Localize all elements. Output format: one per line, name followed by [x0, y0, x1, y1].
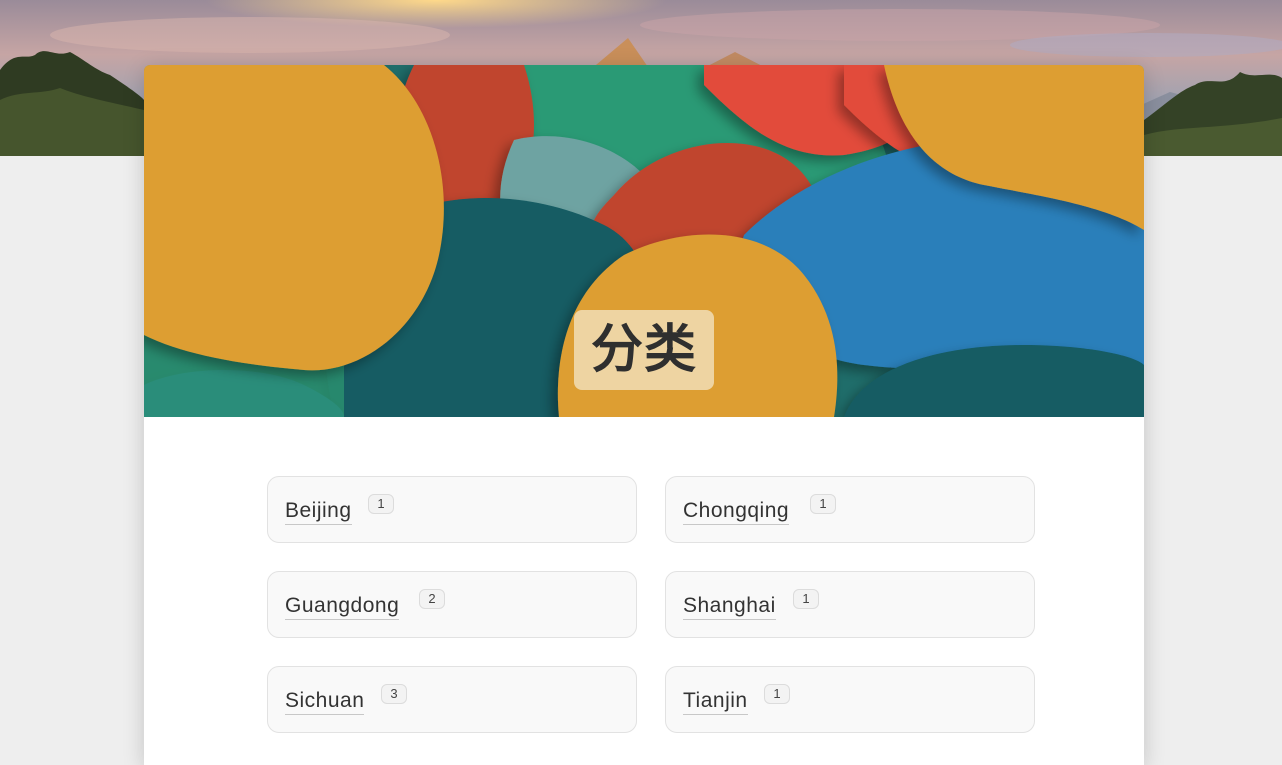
category-name[interactable]: Tianjin — [683, 689, 748, 715]
category-item-sichuan[interactable]: Sichuan 3 — [267, 666, 637, 733]
category-item-tianjin[interactable]: Tianjin 1 — [665, 666, 1035, 733]
category-count-badge: 1 — [810, 494, 836, 514]
content-card: 分类 Beijing 1 Chongqing 1 Guangdong 2 Sha… — [144, 65, 1144, 765]
category-count-badge: 1 — [368, 494, 394, 514]
category-item-chongqing[interactable]: Chongqing 1 — [665, 476, 1035, 543]
category-name[interactable]: Chongqing — [683, 499, 790, 525]
category-name[interactable]: Shanghai — [683, 594, 776, 620]
category-name[interactable]: Beijing — [285, 499, 352, 525]
category-count-badge: 3 — [381, 684, 407, 704]
category-count-badge: 1 — [764, 684, 790, 704]
category-item-guangdong[interactable]: Guangdong 2 — [267, 571, 637, 638]
category-item-shanghai[interactable]: Shanghai 1 — [665, 571, 1035, 638]
category-item-beijing[interactable]: Beijing 1 — [267, 476, 637, 543]
page-title: 分类 — [574, 310, 714, 390]
category-name[interactable]: Sichuan — [285, 689, 365, 715]
category-count-badge: 1 — [793, 589, 819, 609]
category-name[interactable]: Guangdong — [285, 594, 400, 620]
category-count-badge: 2 — [419, 589, 445, 609]
